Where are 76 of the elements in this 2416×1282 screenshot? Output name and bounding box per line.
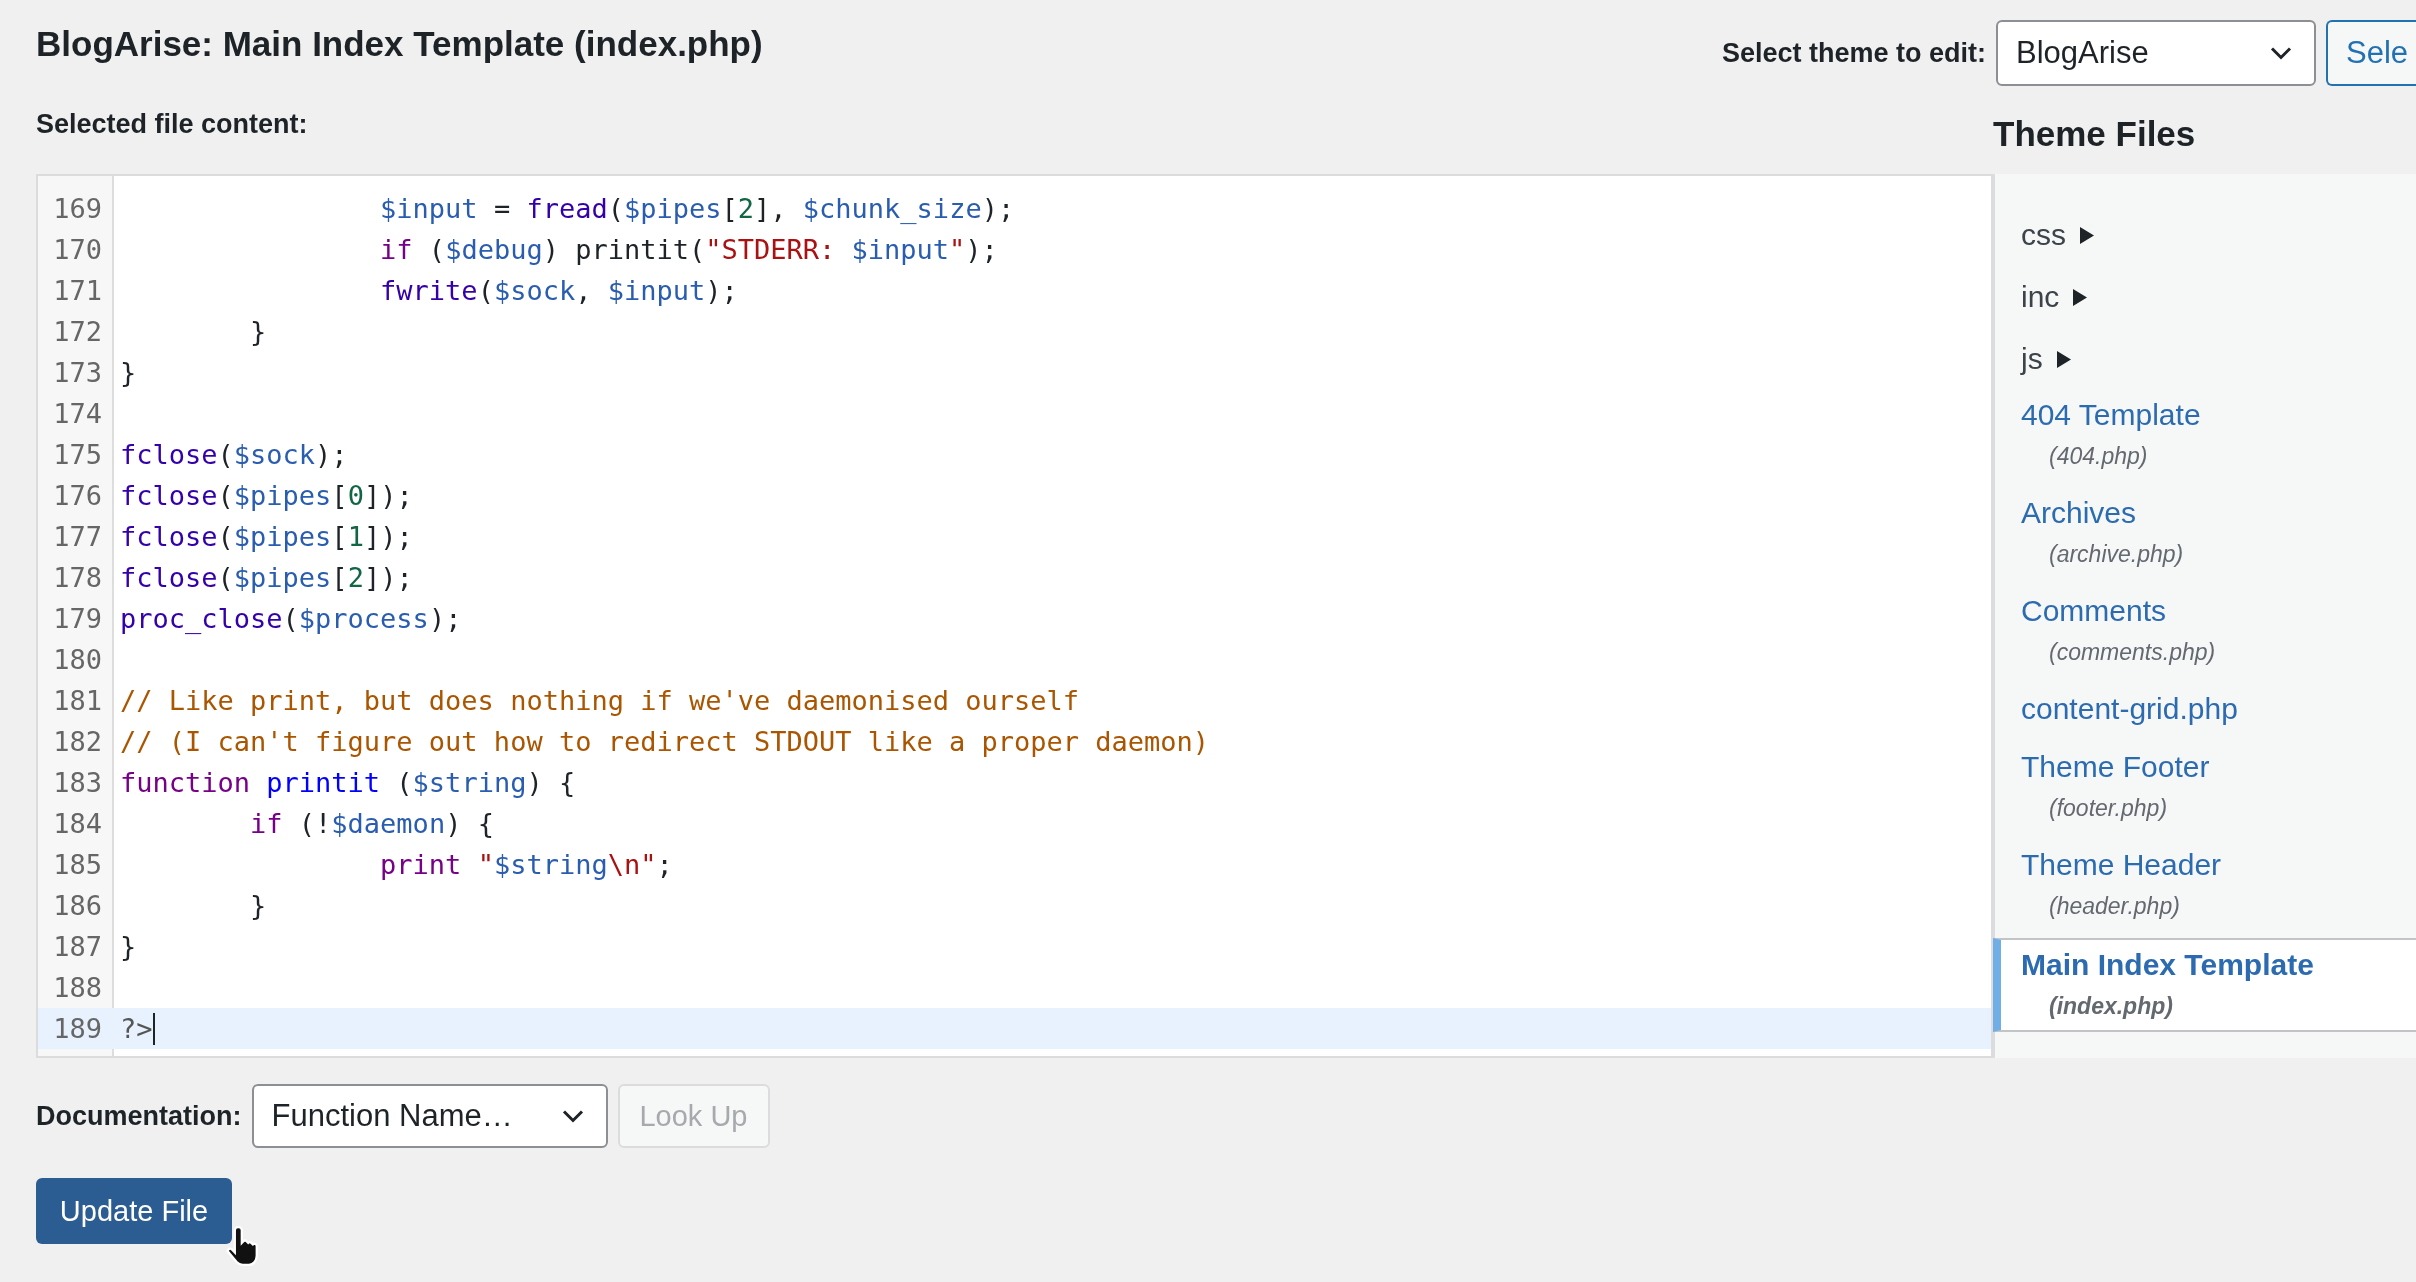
- expand-triangle-icon: [2073, 288, 2088, 306]
- code-line: }: [119, 931, 137, 962]
- expand-triangle-icon: [2056, 350, 2071, 368]
- line-number: 173: [52, 357, 103, 388]
- code-line: print "$string\n";: [379, 849, 673, 880]
- code-line: fclose($sock);: [119, 439, 348, 470]
- code-line: fclose($pipes[0]);: [119, 480, 413, 511]
- line-number: 172: [52, 316, 103, 347]
- line-number: 182: [52, 726, 103, 757]
- line-number: 179: [52, 603, 103, 634]
- line-number: 178: [52, 562, 103, 593]
- theme-file-item[interactable]: Theme Footer (footer.php): [1995, 742, 2416, 832]
- line-number: 170: [52, 234, 103, 265]
- line-number: 185: [52, 849, 103, 880]
- theme-dropdown[interactable]: BlogArise: [1996, 20, 2316, 86]
- file-title: Theme Header: [2021, 847, 2223, 883]
- line-number: 183: [52, 767, 103, 798]
- file-title: Comments: [2021, 593, 2168, 629]
- theme-file-item[interactable]: 404 Template (404.php): [1995, 390, 2416, 480]
- theme-files-heading: Theme Files: [1993, 113, 2197, 155]
- file-title: Theme Footer: [2021, 749, 2211, 785]
- file-name: (404.php): [2048, 442, 2149, 471]
- select-button[interactable]: Sele: [2326, 20, 2416, 86]
- line-number: 177: [52, 521, 103, 552]
- code-line: $input = fread($pipes[2], $chunk_size);: [379, 193, 1015, 224]
- folder-item[interactable]: js: [1995, 328, 2416, 390]
- code-line: fwrite($sock, $input);: [379, 275, 738, 306]
- select-theme-label: Select theme to edit:: [1721, 37, 1986, 69]
- line-number: 184: [52, 808, 103, 839]
- code-line: }: [119, 357, 137, 388]
- theme-file-item[interactable]: Archives (archive.php): [1995, 488, 2416, 578]
- code-line: fclose($pipes[1]);: [119, 521, 413, 552]
- line-number: 174: [52, 398, 103, 429]
- expand-triangle-icon: [2080, 226, 2094, 244]
- file-title: Archives: [2021, 495, 2138, 531]
- code-line: function printit ($string) {: [119, 767, 576, 798]
- file-name: (header.php): [2048, 892, 2181, 921]
- theme-file-item[interactable]: content-grid.php: [1995, 684, 2416, 734]
- file-name: (comments.php): [2048, 638, 2217, 667]
- line-number: 181: [52, 685, 103, 716]
- code-line: if (!$daemon) {: [249, 808, 494, 839]
- code-line: }: [249, 890, 267, 921]
- line-number: 175: [52, 439, 103, 470]
- line-number: 176: [52, 480, 103, 511]
- function-name-dropdown[interactable]: Function Name…: [251, 1084, 608, 1148]
- theme-file-item[interactable]: Main Index Template (index.php): [1993, 938, 2416, 1032]
- file-content-label: Selected file content:: [36, 108, 309, 141]
- line-number: 186: [52, 890, 103, 921]
- folder-item[interactable]: inc: [1995, 266, 2416, 328]
- code-line: fclose($pipes[2]);: [119, 562, 413, 593]
- line-number: 188: [52, 972, 103, 1003]
- code-line: // (I can't figure out how to redirect STDOUT like a proper daemon): [119, 726, 1210, 757]
- line-number: 171: [52, 275, 103, 306]
- line-number: 189: [52, 1013, 103, 1044]
- code-line: ?>: [119, 1013, 153, 1044]
- documentation-label: Documentation:: [36, 1100, 242, 1132]
- file-name: (index.php): [2048, 992, 2174, 1021]
- file-title: 404 Template: [2021, 397, 2202, 433]
- line-number: 180: [52, 644, 103, 675]
- code-line: }: [249, 316, 267, 347]
- page-title: BlogArise: Main Index Template (index.php): [36, 24, 763, 64]
- line-number: 169: [52, 193, 103, 224]
- theme-file-item[interactable]: Comments (comments.php): [1995, 586, 2416, 676]
- file-name: (archive.php): [2048, 540, 2185, 569]
- theme-file-item[interactable]: Theme Header (header.php): [1995, 840, 2416, 930]
- file-title: content-grid.php: [2021, 691, 2239, 727]
- file-title: Main Index Template: [2021, 947, 2315, 983]
- file-name: (footer.php): [2048, 794, 2169, 823]
- line-number: 187: [52, 931, 103, 962]
- code-line: if ($debug) printit("STDERR: $input");: [379, 234, 998, 265]
- code-line: proc_close($process);: [119, 603, 462, 634]
- update-file-button[interactable]: Update File: [36, 1178, 232, 1244]
- code-line: // Like print, but does nothing if we've daemonised ourself: [119, 685, 1080, 716]
- text-cursor: [152, 1012, 155, 1045]
- folder-item[interactable]: css: [1995, 204, 2416, 266]
- code-editor[interactable]: [36, 174, 1993, 1058]
